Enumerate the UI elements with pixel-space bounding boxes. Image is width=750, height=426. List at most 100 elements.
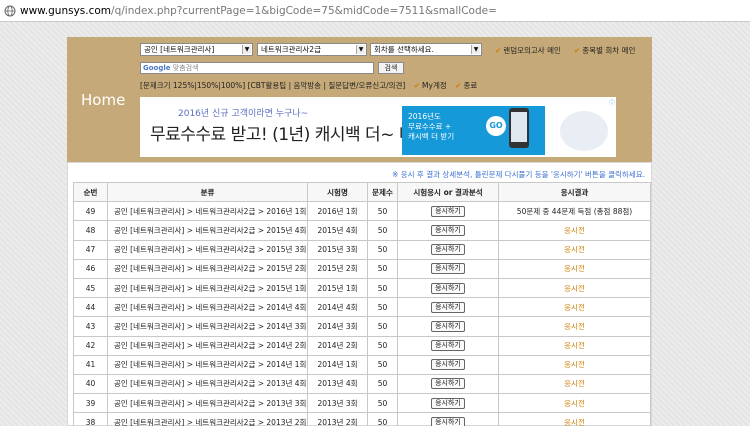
- cell-action: 응시하기: [397, 335, 499, 356]
- table-row: 40 공인 [네트워크관리사] > 네트워크관리사2급 > 2013년 4회 201…: [73, 373, 651, 395]
- cell-exam: 2015년 4회: [307, 220, 368, 241]
- table-row: 47 공인 [네트워크관리사] > 네트워크관리사2급 > 2015년 3회 201…: [73, 239, 651, 260]
- round-select[interactable]: 회차를 선택하세요. ▼: [370, 43, 482, 56]
- col-header-exam: 시험명: [307, 181, 368, 203]
- exam-list-panel: ※ 응시 후 결과 상세분석, 틀린문제 다시풀기 등을 '응시하기' 버튼을 …: [67, 162, 652, 426]
- chevron-down-icon: ▼: [471, 45, 480, 54]
- cell-category: 공인 [네트워크관리사] > 네트워크관리사2급 > 2014년 4회: [107, 297, 308, 318]
- end-label: 종료: [463, 81, 478, 90]
- url-host: www.gunsys.com: [20, 4, 112, 17]
- random-exam-link[interactable]: ✔ 랜덤모의고사 메인: [495, 45, 561, 56]
- my-account-label: My계정: [422, 81, 447, 90]
- end-link[interactable]: ✔ 종료: [455, 81, 477, 90]
- cell-exam: 2014년 1회: [307, 354, 368, 375]
- cell-result[interactable]: 응시전: [498, 393, 651, 414]
- cell-no: 46: [73, 258, 108, 279]
- cell-exam: 2013년 4회: [307, 373, 368, 395]
- address-bar[interactable]: www.gunsys.com/q/index.php?currentPage=1…: [0, 0, 750, 22]
- go-button[interactable]: GO: [486, 116, 506, 136]
- ad-banner[interactable]: 2016년 신규 고객이라면 누구나~ 무료수수료 받고! (1년) 캐시백 더…: [140, 97, 616, 157]
- chevron-down-icon: ▼: [356, 45, 365, 54]
- take-exam-button[interactable]: 응시하기: [431, 359, 465, 371]
- ad-headline: 무료수수료 받고! (1년) 캐시백 더~ 더!: [150, 125, 421, 145]
- table-row: 44 공인 [네트워크관리사] > 네트워크관리사2급 > 2014년 4회 201…: [73, 297, 651, 318]
- take-exam-button[interactable]: 응시하기: [431, 263, 465, 275]
- cell-result[interactable]: 응시전: [498, 277, 651, 299]
- round-select-value: 회차를 선택하세요.: [374, 45, 434, 54]
- col-header-no: 순번: [73, 181, 108, 203]
- take-exam-button[interactable]: 응시하기: [431, 340, 465, 352]
- cell-result[interactable]: 응시전: [498, 239, 651, 260]
- cell-result[interactable]: 응시전: [498, 335, 651, 356]
- info-icon[interactable]: ⓘ: [609, 98, 615, 107]
- cell-no: 43: [73, 316, 108, 337]
- cell-exam: 2015년 2회: [307, 258, 368, 279]
- cell-no: 38: [73, 412, 108, 426]
- notice-text: ※ 응시 후 결과 상세분석, 틀린문제 다시풀기 등을 '응시하기' 버튼을 …: [392, 170, 645, 179]
- search-input[interactable]: Google 맞춤검색: [140, 62, 374, 74]
- table-row: 49 공인 [네트워크관리사] > 네트워크관리사2급 > 2016년 1회 201…: [73, 201, 651, 222]
- table-header-row: 순번 분류 시험명 문제수 시험응시 or 결과분석 응시결과: [73, 181, 651, 203]
- cell-exam: 2013년 2회: [307, 412, 368, 426]
- cell-action: 응시하기: [397, 316, 499, 337]
- take-exam-button[interactable]: 응시하기: [431, 301, 465, 313]
- toolbar[interactable]: [문제크기 125%|150%|100%] [CBT활용팁 | 음악방송 | 질…: [140, 80, 477, 91]
- cell-result[interactable]: 응시전: [498, 373, 651, 395]
- cell-action: 응시하기: [397, 277, 499, 299]
- toolbar-links[interactable]: [문제크기 125%|150%|100%] [CBT활용팁 | 음악방송 | 질…: [140, 81, 405, 90]
- cell-count: 50: [367, 258, 398, 279]
- cell-category: 공인 [네트워크관리사] > 네트워크관리사2급 > 2013년 4회: [107, 373, 308, 395]
- cell-count: 50: [367, 277, 398, 299]
- cell-action: 응시하기: [397, 412, 499, 426]
- check-icon: ✔: [574, 46, 581, 55]
- cell-no: 44: [73, 297, 108, 318]
- category-select[interactable]: 공인 [네트워크관리사] ▼: [140, 43, 253, 56]
- cell-result[interactable]: 응시전: [498, 220, 651, 241]
- take-exam-button[interactable]: 응시하기: [431, 378, 465, 390]
- cell-result[interactable]: 응시전: [498, 354, 651, 375]
- cell-count: 50: [367, 297, 398, 318]
- cell-no: 48: [73, 220, 108, 241]
- url-text[interactable]: www.gunsys.com/q/index.php?currentPage=1…: [20, 5, 497, 17]
- ad-line1: 2016년 신규 고객이라면 누구나~: [178, 109, 309, 119]
- ad-blue-box[interactable]: 2016년도 무료수수료 + 캐시백 더 받기 GO: [402, 106, 545, 155]
- take-exam-button[interactable]: 응시하기: [431, 244, 465, 256]
- type-main-link[interactable]: ✔ 종목별 회차 메인: [574, 45, 635, 56]
- bank-logo: [560, 111, 608, 151]
- cell-result[interactable]: 응시전: [498, 316, 651, 337]
- cell-exam: 2014년 3회: [307, 316, 368, 337]
- check-icon: ✔: [413, 81, 421, 90]
- take-exam-button[interactable]: 응시하기: [431, 416, 465, 426]
- cell-no: 47: [73, 239, 108, 260]
- cell-action: 응시하기: [397, 373, 499, 395]
- my-account-link[interactable]: ✔ My계정: [414, 81, 447, 90]
- take-exam-button[interactable]: 응시하기: [431, 224, 465, 236]
- cell-action: 응시하기: [397, 393, 499, 414]
- cell-exam: 2014년 4회: [307, 297, 368, 318]
- cell-category: 공인 [네트워크관리사] > 네트워크관리사2급 > 2016년 1회: [107, 201, 308, 222]
- take-exam-button[interactable]: 응시하기: [431, 320, 465, 332]
- cell-category: 공인 [네트워크관리사] > 네트워크관리사2급 > 2015년 3회: [107, 239, 308, 260]
- cell-exam: 2014년 2회: [307, 335, 368, 356]
- cell-category: 공인 [네트워크관리사] > 네트워크관리사2급 > 2015년 1회: [107, 277, 308, 299]
- cell-result[interactable]: 응시전: [498, 297, 651, 318]
- take-exam-button[interactable]: 응시하기: [431, 397, 465, 409]
- search-placeholder: 맞춤검색: [172, 64, 199, 72]
- level-select-value: 네트워크관리사2급: [261, 45, 321, 54]
- type-main-label: 종목별 회차 메인: [582, 46, 636, 55]
- search-button[interactable]: 검색: [378, 62, 404, 74]
- table-row: 46 공인 [네트워크관리사] > 네트워크관리사2급 > 2015년 2회 201…: [73, 258, 651, 279]
- cell-category: 공인 [네트워크관리사] > 네트워크관리사2급 > 2015년 4회: [107, 220, 308, 241]
- cell-result[interactable]: 응시전: [498, 258, 651, 279]
- phone-icon: [509, 108, 529, 148]
- take-exam-button[interactable]: 응시하기: [431, 282, 465, 294]
- cell-action: 응시하기: [397, 239, 499, 260]
- home-link[interactable]: Home: [81, 91, 125, 109]
- cell-result[interactable]: 응시전: [498, 412, 651, 426]
- level-select[interactable]: 네트워크관리사2급 ▼: [257, 43, 367, 56]
- take-exam-button[interactable]: 응시하기: [431, 205, 465, 217]
- table-row: 38 공인 [네트워크관리사] > 네트워크관리사2급 > 2013년 2회 201…: [73, 412, 651, 426]
- cell-count: 50: [367, 373, 398, 395]
- site-header: Home 공인 [네트워크관리사] ▼ 네트워크관리사2급 ▼ 회차를 선택하세…: [67, 37, 652, 162]
- cell-action: 응시하기: [397, 220, 499, 241]
